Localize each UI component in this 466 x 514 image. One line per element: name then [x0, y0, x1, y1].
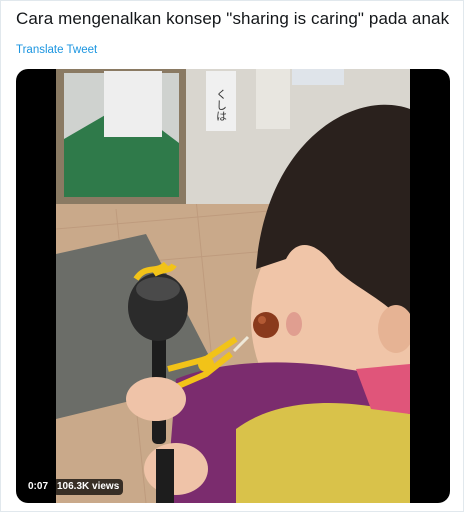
hanging-sign — [104, 71, 162, 137]
video-views-badge: 106.3K views — [53, 479, 124, 495]
toy-top — [136, 277, 180, 301]
translate-tweet-link[interactable]: Translate Tweet — [16, 44, 97, 56]
video-still-image: くしは — [56, 69, 410, 503]
poster-2 — [292, 69, 344, 85]
lollipop-shine — [258, 316, 266, 324]
child-hand-upper — [126, 377, 186, 421]
toy-joint — [198, 356, 214, 372]
toy-handle-lower — [156, 449, 174, 503]
child-hand-lower — [144, 443, 208, 495]
tweet-text: Cara mengenalkan konsep "sharing is cari… — [16, 9, 450, 28]
jacket-yellow — [236, 403, 410, 503]
child-cheek — [286, 312, 302, 336]
sign-text: くしは — [215, 89, 228, 122]
poster — [256, 69, 290, 129]
video-frame[interactable]: くしは — [56, 69, 410, 503]
tweet-card: Cara mengenalkan konsep "sharing is cari… — [0, 0, 464, 512]
video-duration-badge: 0:07 — [24, 479, 53, 495]
lollipop-candy — [253, 312, 279, 338]
video-player[interactable]: くしは 0:07 106.3K views — [16, 69, 450, 503]
